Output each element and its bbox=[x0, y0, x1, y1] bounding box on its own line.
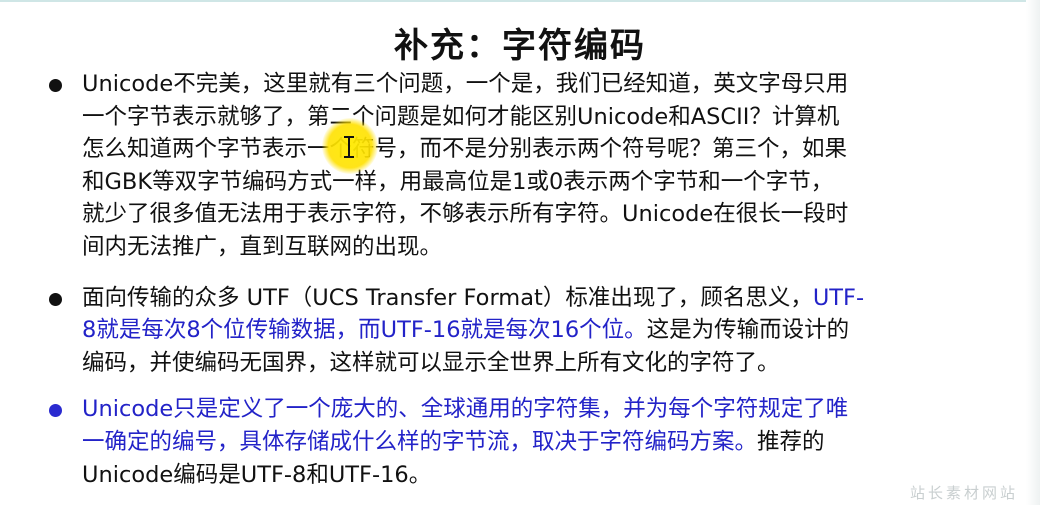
bullet-highlight-text: UTF- bbox=[812, 284, 865, 311]
slide-top-edge bbox=[0, 0, 1040, 2]
slide-right-edge bbox=[1026, 0, 1040, 505]
bullet-text: Unicode编码是UTF-8和UTF-16。 bbox=[82, 461, 432, 488]
bullet-text: 面向传输的众多 UTF（UCS Transfer Format）标准出现了，顾名… bbox=[82, 284, 813, 311]
bullet-line: 和GBK等双字节编码方式一样，用最高位是1或0表示两个字节和一个字节， bbox=[82, 168, 834, 195]
bullet-unicode-charset: Unicode只是定义了一个庞大的、全球通用的字符集，并为每个字符规定了唯 一确… bbox=[46, 393, 971, 491]
slide-title: 补充：字符编码 bbox=[394, 26, 646, 66]
bullet-text: 推荐的 bbox=[757, 428, 825, 455]
bullet-list: Unicode不完美，这里就有三个问题，一个是，我们已经知道，英文字母只用 一个… bbox=[46, 68, 971, 491]
bullet-dot-icon bbox=[49, 79, 62, 92]
bullet-line: 怎么知道两个字节表示一个符号，而不是分别表示两个符号呢？第三个，如果 bbox=[82, 136, 848, 163]
bullet-dot-icon bbox=[49, 404, 62, 418]
bullet-highlight-text: 一确定的编号，具体存储成什么样的字节流，取决于字符编码方案。 bbox=[82, 428, 758, 455]
watermark: 站长素材网站 bbox=[909, 484, 1018, 502]
bullet-highlight-text: 8就是每次8个位传输数据，而UTF-16就是每次16个位。 bbox=[82, 317, 647, 344]
bullet-unicode-problems: Unicode不完美，这里就有三个问题，一个是，我们已经知道，英文字母只用 一个… bbox=[46, 68, 971, 264]
bullet-line: 间内无法推广，直到互联网的出现。 bbox=[82, 233, 443, 260]
slide: 补充：字符编码 Unicode不完美，这里就有三个问题，一个是，我们已经知道，英… bbox=[0, 0, 1040, 505]
bullet-line: Unicode不完美，这里就有三个问题，一个是，我们已经知道，英文字母只用 bbox=[82, 71, 849, 97]
bullet-highlight-text: Unicode只是定义了一个庞大的、全球通用的字符集，并为每个字符规定了唯 bbox=[82, 396, 849, 423]
bullet-text: 编码，并使编码无国界，这样就可以显示全世界上所有文化的字符了。 bbox=[82, 349, 780, 376]
bullet-dot-icon bbox=[49, 292, 62, 306]
bullet-line: 一个字节表示就够了，第二个问题是如何才能区别Unicode和ASCII？计算机 bbox=[82, 103, 840, 130]
bullet-utf-transfer: 面向传输的众多 UTF（UCS Transfer Format）标准出现了，顾名… bbox=[46, 282, 971, 380]
bullet-line: 就少了很多值无法用于表示字符，不够表示所有字符。Unicode在很长一段时 bbox=[82, 201, 849, 228]
bullet-text: 这是为传输而设计的 bbox=[646, 317, 850, 344]
